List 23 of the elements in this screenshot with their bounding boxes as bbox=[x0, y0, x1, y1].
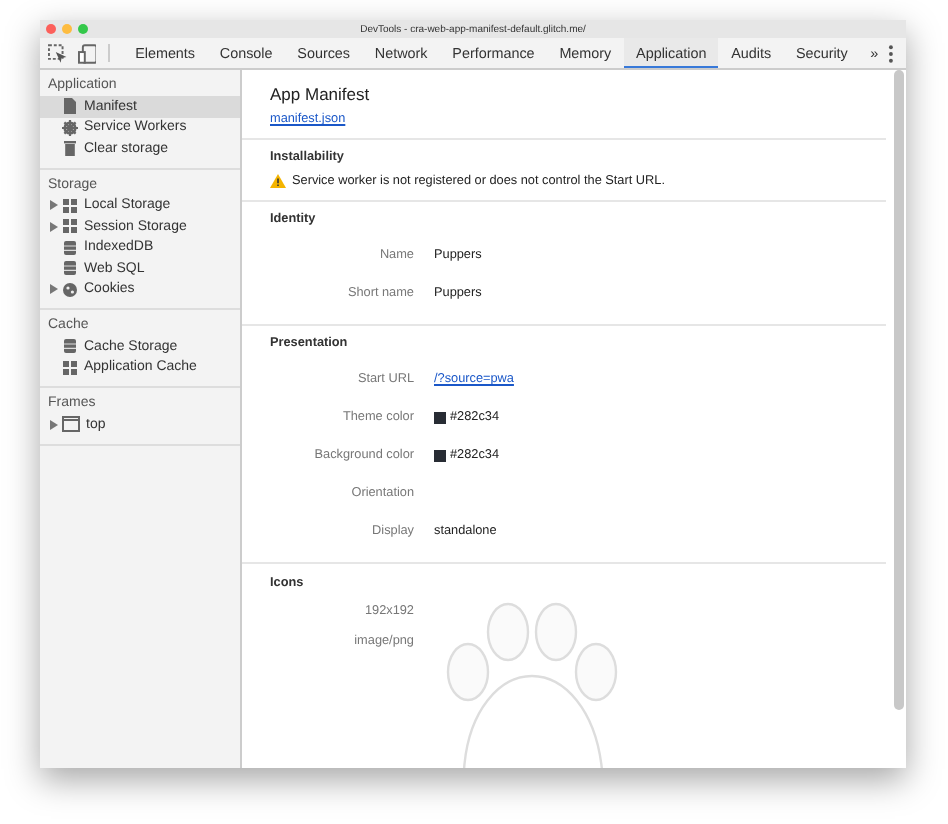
expand-arrow-icon[interactable] bbox=[50, 284, 58, 295]
menu-icon[interactable] bbox=[888, 43, 894, 63]
expand-arrow-icon[interactable] bbox=[50, 419, 58, 430]
database-icon bbox=[62, 260, 78, 277]
grid-icon bbox=[62, 218, 78, 235]
expand-arrow-icon[interactable] bbox=[50, 221, 58, 232]
warning-icon bbox=[270, 174, 286, 188]
close-button[interactable] bbox=[46, 24, 56, 34]
grid-icon bbox=[62, 197, 78, 214]
file-icon bbox=[62, 98, 78, 115]
expand-arrow-icon[interactable] bbox=[50, 200, 58, 211]
database-icon bbox=[62, 338, 78, 355]
device-icon[interactable] bbox=[77, 43, 97, 63]
inspect-icon[interactable] bbox=[48, 43, 68, 63]
color-swatch bbox=[434, 449, 446, 461]
database-icon bbox=[62, 239, 78, 256]
color-swatch bbox=[434, 411, 446, 423]
trash-icon bbox=[62, 140, 78, 157]
frame-icon bbox=[62, 416, 80, 433]
grid-icon bbox=[62, 359, 78, 376]
manifest-title: App Manifest bbox=[270, 84, 372, 104]
cookie-icon bbox=[62, 281, 78, 298]
gear-icon bbox=[62, 119, 78, 136]
